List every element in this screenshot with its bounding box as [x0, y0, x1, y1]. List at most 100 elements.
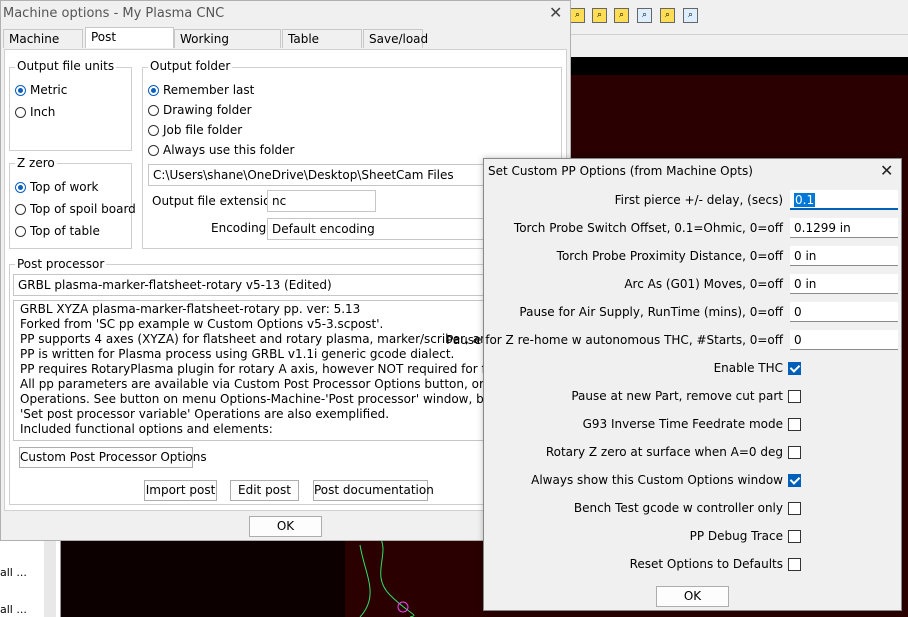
radio-dot [15, 106, 26, 118]
output-folder-path-input[interactable]: C:\Users\shane\OneDrive\Desktop\SheetCam… [148, 164, 488, 186]
torch-probe-offset-input[interactable]: 0.1299 in [790, 218, 898, 238]
radio-dot [148, 84, 159, 96]
post-processor-select[interactable]: GRBL plasma-marker-flatsheet-rotary v5-1… [13, 274, 489, 296]
checkbox-label: Enable THC [713, 361, 783, 375]
description-line: Forked from 'SC pp example w Custom Opti… [20, 317, 384, 331]
description-line: 'Set post processor variable' Operations… [20, 407, 390, 421]
radio-metric[interactable]: Metric [15, 83, 67, 97]
group-label: Output folder [148, 59, 233, 73]
group-label: Z zero [15, 156, 57, 170]
radio-dot [15, 203, 26, 215]
always-show-options-checkbox[interactable] [788, 474, 801, 487]
checkbox-label: Rotary Z zero at surface when A=0 deg [545, 445, 783, 459]
tab-bar: Machine type Post processor Working enve… [1, 27, 572, 65]
radio-label: Remember last [163, 83, 255, 97]
radio-top-of-work[interactable]: Top of work [15, 180, 98, 194]
checkbox-label: Always show this Custom Options window [531, 473, 783, 487]
radio-label: Drawing folder [163, 103, 252, 117]
first-pierce-delay-input[interactable]: 0.1 [790, 190, 898, 210]
background-toolbar: ⌕ ⌕ ⌕ ⌕ ⌕ ⌕ [560, 0, 908, 35]
group-label: Post processor [15, 257, 107, 271]
list-item[interactable]: all ... [0, 603, 27, 616]
enable-thc-checkbox[interactable] [788, 362, 801, 375]
dialog-ok-button[interactable]: OK [656, 586, 729, 607]
z-rehome-pause-input[interactable]: 0 [790, 330, 898, 350]
radio-label: Metric [30, 83, 68, 97]
checkbox-label: G93 Inverse Time Feedrate mode [582, 417, 783, 431]
custom-pp-options-dialog: Set Custom PP Options (from Machine Opts… [446, 158, 902, 611]
close-icon[interactable]: ✕ [549, 3, 562, 22]
checkbox-label: Reset Options to Defaults [629, 557, 783, 571]
checkbox-label: Pause at new Part, remove cut part [571, 389, 783, 403]
field-label: Torch Probe Switch Offset, 0.1=Ohmic, 0=… [513, 221, 783, 235]
radio-label: Top of work [30, 180, 99, 194]
radio-label: Always use this folder [163, 143, 295, 157]
radio-top-of-spoil-board[interactable]: Top of spoil board [15, 202, 136, 216]
pause-new-part-checkbox[interactable] [788, 390, 801, 403]
zoom-icon[interactable]: ⌕ [592, 8, 607, 23]
custom-pp-options-button[interactable]: Custom Post Processor Options [19, 447, 207, 468]
arc-as-g01-input[interactable]: 0 in [790, 274, 898, 294]
description-line: All pp parameters are available via Cust… [20, 377, 488, 391]
zoom-icon[interactable]: ⌕ [683, 8, 698, 23]
radio-drawing-folder[interactable]: Drawing folder [148, 103, 252, 117]
tab-working-envelope[interactable]: Working envelope [174, 29, 281, 65]
radio-label: Top of table [30, 224, 100, 238]
description-line: PP is written for Plasma process using G… [20, 347, 455, 361]
air-supply-pause-input[interactable]: 0 [790, 302, 898, 322]
tab-machine-type[interactable]: Machine type [3, 29, 83, 65]
field-value: 0.1 [794, 193, 816, 207]
post-documentation-button[interactable]: Post documentation [313, 480, 434, 501]
radio-dot [15, 225, 26, 237]
pp-debug-trace-checkbox[interactable] [788, 530, 801, 543]
zoom-icon[interactable]: ⌕ [637, 8, 652, 23]
radio-label: Job file folder [163, 123, 243, 137]
tab-save-load[interactable]: Save/load [363, 29, 428, 48]
scrollbar[interactable] [44, 530, 56, 617]
description-line: Operations. See button on menu Options-M… [20, 392, 488, 406]
field-label: Torch Probe Proximity Distance, 0=off [556, 249, 783, 263]
radio-label: Inch [30, 105, 56, 119]
g93-inverse-time-checkbox[interactable] [788, 418, 801, 431]
reset-defaults-checkbox[interactable] [788, 558, 801, 571]
radio-dot [148, 104, 159, 116]
edit-post-button[interactable]: Edit post [230, 480, 299, 501]
radio-remember-last[interactable]: Remember last [148, 83, 254, 97]
radio-inch[interactable]: Inch [15, 105, 55, 119]
output-extension-input[interactable]: nc [267, 190, 376, 212]
checkbox-label: PP Debug Trace [689, 529, 783, 543]
background-strip [560, 57, 908, 75]
canvas-dark-area [60, 537, 345, 617]
tab-table-display[interactable]: Table display [282, 29, 362, 65]
radio-label: Top of spoil board [30, 202, 136, 216]
list-item[interactable]: all ... [0, 566, 27, 579]
field-label: Arc As (G01) Moves, 0=off [624, 277, 783, 291]
zoom-icon[interactable]: ⌕ [614, 8, 629, 23]
radio-dot [15, 84, 26, 96]
radio-job-file-folder[interactable]: Job file folder [148, 123, 242, 137]
post-description-text: GRBL XYZA plasma-marker-flatsheet-rotary… [13, 300, 489, 441]
checkbox-label: Bench Test gcode w controller only [573, 501, 783, 515]
tab-post-processor[interactable]: Post processor [85, 27, 174, 63]
bench-test-checkbox[interactable] [788, 502, 801, 515]
zoom-icon[interactable]: ⌕ [660, 8, 675, 23]
zoom-icon[interactable]: ⌕ [570, 8, 585, 23]
description-line: Included functional options and elements… [20, 422, 273, 436]
description-line: PP requires RotaryPlasma plugin for rota… [20, 362, 488, 376]
import-post-button[interactable]: Import post [144, 480, 217, 501]
rotary-z-zero-checkbox[interactable] [788, 446, 801, 459]
close-icon[interactable]: ✕ [880, 161, 893, 180]
extension-label: Output file extension [152, 194, 279, 208]
torch-probe-proximity-input[interactable]: 0 in [790, 246, 898, 266]
description-line: GRBL XYZA plasma-marker-flatsheet-rotary… [20, 302, 361, 316]
ok-button[interactable]: OK [249, 516, 322, 537]
group-label: Output file units [15, 59, 117, 73]
radio-always-use-folder[interactable]: Always use this folder [148, 143, 294, 157]
encoding-label: Encoding [211, 221, 267, 235]
radio-dot [148, 124, 159, 136]
radio-top-of-table[interactable]: Top of table [15, 224, 100, 238]
field-label: First pierce +/- delay, (secs) [614, 193, 783, 207]
radio-dot [15, 181, 26, 193]
window-title: Machine options - My Plasma CNC [3, 6, 225, 21]
encoding-select[interactable]: Default encoding [267, 218, 487, 240]
